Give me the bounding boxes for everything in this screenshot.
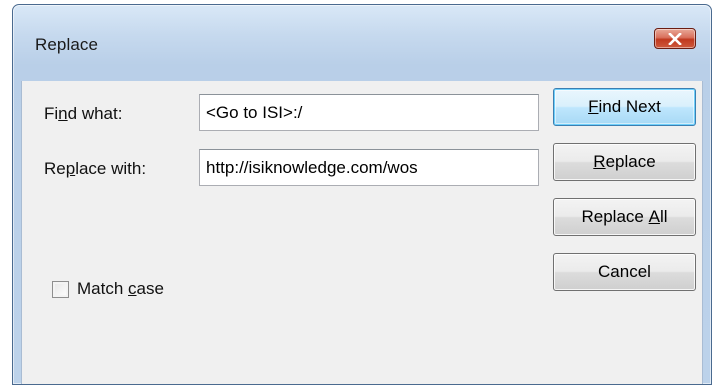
match-case-option[interactable]: Match case [52,279,164,299]
cancel-button[interactable]: Cancel [553,253,696,291]
find-what-input[interactable]: <Go to ISI>:/ [199,94,539,131]
close-icon [668,32,682,45]
dialog-body: Find what: <Go to ISI>:/ Replace with: h… [21,81,703,384]
find-what-label: Find what: [44,104,123,123]
close-button[interactable] [654,28,696,49]
replace-with-input[interactable]: http://isiknowledge.com/wos [199,149,539,186]
find-next-button[interactable]: Find Next [553,88,696,126]
window-title: Replace [35,35,99,54]
replace-with-label: Replace with: [44,159,147,178]
replace-all-button[interactable]: Replace All [553,198,696,236]
match-case-label: Match case [77,279,164,298]
title-bar[interactable]: Replace [13,5,711,81]
match-case-checkbox[interactable] [52,280,69,298]
replace-button[interactable]: Replace [553,143,696,181]
replace-dialog: Replace Find what: <Go to ISI>:/ Replace… [12,4,712,385]
